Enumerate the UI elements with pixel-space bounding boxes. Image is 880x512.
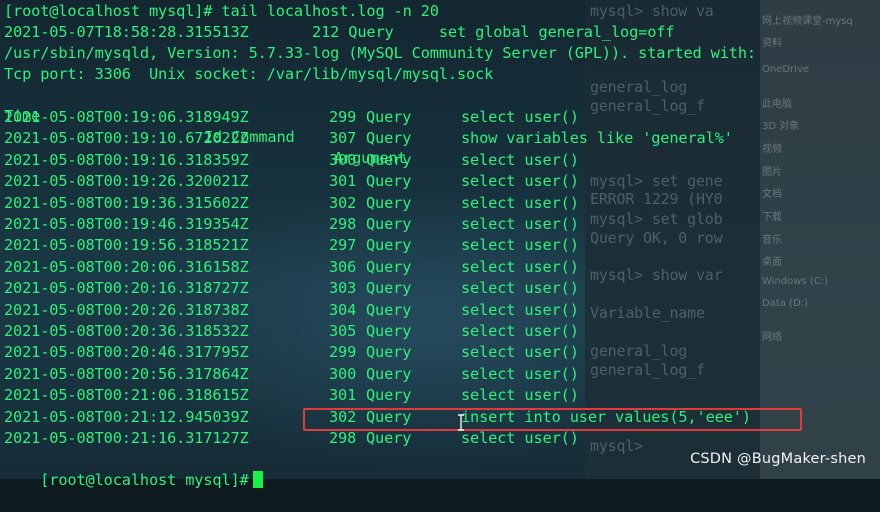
log-time: 2021-05-08T00:19:10.672022Z bbox=[4, 129, 249, 148]
log-command: Query bbox=[366, 343, 412, 362]
log-command: Query bbox=[366, 236, 412, 255]
log-argument: select user() bbox=[461, 300, 579, 319]
log-line: 2021-05-07T18:58:28.315513Z 212 Query se… bbox=[4, 23, 675, 41]
log-time: 2021-05-08T00:19:26.320021Z bbox=[4, 172, 249, 191]
log-row: 2021-05-08T00:20:56.317864Z 300 Query selec… bbox=[4, 364, 880, 385]
log-id: 299 bbox=[329, 108, 357, 126]
ibeam-cursor-icon bbox=[458, 414, 464, 431]
log-command: Query bbox=[366, 322, 412, 340]
log-argument: select user() bbox=[461, 257, 579, 276]
log-time: 2021-05-08T00:19:36.315602Z bbox=[4, 193, 249, 212]
log-id: 297 bbox=[329, 236, 357, 255]
log-time: 2021-05-08T00:20:26.318738Z bbox=[4, 300, 249, 319]
log-time: 2021-05-08T00:21:06.318615Z bbox=[4, 386, 249, 405]
log-id: 299 bbox=[329, 343, 357, 362]
log-argument: select user() bbox=[461, 429, 579, 447]
log-time: 2021-05-08T00:19:56.318521Z bbox=[4, 236, 249, 255]
log-id: 302 bbox=[329, 193, 357, 212]
log-row: 2021-05-08T00:20:16.318727Z 303 Query selec… bbox=[4, 278, 880, 299]
log-id: 298 bbox=[329, 429, 357, 447]
log-row: 2021-05-08T00:20:36.318532Z 305 Query selec… bbox=[4, 321, 880, 342]
log-command: Query bbox=[366, 193, 412, 212]
log-argument: select user() bbox=[461, 172, 579, 191]
log-command: Query bbox=[366, 215, 412, 233]
csdn-watermark: CSDN @BugMaker-shen bbox=[690, 451, 866, 467]
column-header-row: Time Id Command Argument bbox=[4, 85, 880, 167]
log-id: 300 bbox=[329, 150, 357, 169]
log-id: 306 bbox=[329, 257, 357, 276]
prompt-text: [root@localhost mysql]# bbox=[40, 471, 249, 489]
log-command: Query bbox=[366, 257, 412, 276]
log-row: 2021-05-08T00:19:10.672022Z 307 Query show … bbox=[4, 128, 880, 149]
log-id: 300 bbox=[329, 364, 357, 383]
log-time: 2021-05-08T00:20:16.318727Z bbox=[4, 279, 249, 298]
log-id: 298 bbox=[329, 215, 357, 233]
log-time: 2021-05-08T00:19:46.319354Z bbox=[4, 215, 249, 233]
log-id: 307 bbox=[329, 129, 357, 148]
log-row: 2021-05-08T00:21:06.318615Z 301 Query selec… bbox=[4, 385, 880, 406]
log-time: 2021-05-08T00:20:56.317864Z bbox=[4, 364, 249, 383]
log-argument: select user() bbox=[461, 215, 579, 233]
log-command: Query bbox=[366, 300, 412, 319]
log-id: 301 bbox=[329, 172, 357, 191]
log-argument: select user() bbox=[461, 364, 579, 383]
log-row: 2021-05-08T00:21:16.317127Z 298 Query selec… bbox=[4, 428, 880, 449]
log-argument: select user() bbox=[461, 279, 579, 298]
log-command: Query bbox=[366, 172, 412, 191]
log-time: 2021-05-08T00:19:06.318949Z bbox=[4, 108, 249, 126]
log-time: 2021-05-08T00:21:12.945039Z bbox=[4, 407, 249, 426]
log-time: 2021-05-08T00:20:06.316158Z bbox=[4, 257, 249, 276]
log-time: 2021-05-08T00:19:16.318359Z bbox=[4, 150, 249, 169]
shell-prompt[interactable]: [root@localhost mysql]# bbox=[4, 449, 263, 489]
log-row: 2021-05-08T00:20:06.316158Z 306 Query selec… bbox=[4, 257, 880, 278]
log-row: 2021-05-08T00:19:36.315602Z 302 Query selec… bbox=[4, 193, 880, 214]
log-line: Tcp port: 3306 Unix socket: /var/lib/mys… bbox=[4, 65, 494, 83]
log-id: 303 bbox=[329, 279, 357, 298]
log-argument: show variables like 'general%' bbox=[461, 129, 733, 148]
log-id: 305 bbox=[329, 322, 357, 340]
highlight-annotation-box bbox=[303, 408, 802, 431]
log-argument: select user() bbox=[461, 386, 579, 405]
log-command: Query bbox=[366, 108, 412, 126]
log-row: 2021-05-08T00:19:06.318949Z 299 Query selec… bbox=[4, 107, 880, 128]
log-row: 2021-05-08T00:19:26.320021Z 301 Query selec… bbox=[4, 171, 880, 192]
log-command: Query bbox=[366, 386, 412, 405]
log-row: 2021-05-08T00:19:46.319354Z 298 Query selec… bbox=[4, 214, 880, 235]
log-time: 2021-05-08T00:20:46.317795Z bbox=[4, 343, 249, 362]
log-command: Query bbox=[366, 279, 412, 298]
log-time: 2021-05-08T00:20:36.318532Z bbox=[4, 322, 249, 340]
text-cursor bbox=[252, 471, 263, 488]
log-line: /usr/sbin/mysqld, Version: 5.7.33-log (M… bbox=[4, 44, 756, 62]
log-command: Query bbox=[366, 429, 412, 447]
log-id: 301 bbox=[329, 386, 357, 405]
log-id: 304 bbox=[329, 300, 357, 319]
log-command: Query bbox=[366, 150, 412, 169]
log-command: Query bbox=[366, 364, 412, 383]
log-time: 2021-05-08T00:21:16.317127Z bbox=[4, 429, 249, 447]
log-row: 2021-05-08T00:20:26.318738Z 304 Query selec… bbox=[4, 300, 880, 321]
log-row: 2021-05-08T00:19:16.318359Z 300 Query selec… bbox=[4, 150, 880, 171]
log-row: 2021-05-08T00:20:46.317795Z 299 Query selec… bbox=[4, 342, 880, 363]
log-argument: select user() bbox=[461, 236, 579, 255]
log-command: Query bbox=[366, 129, 412, 148]
log-row: 2021-05-08T00:19:56.318521Z 297 Query selec… bbox=[4, 235, 880, 256]
command-line: [root@localhost mysql]# tail localhost.l… bbox=[4, 2, 439, 20]
log-argument: select user() bbox=[461, 193, 579, 212]
log-argument: select user() bbox=[461, 322, 579, 340]
log-argument: select user() bbox=[461, 108, 579, 126]
log-argument: select user() bbox=[461, 150, 579, 169]
log-argument: select user() bbox=[461, 343, 579, 362]
